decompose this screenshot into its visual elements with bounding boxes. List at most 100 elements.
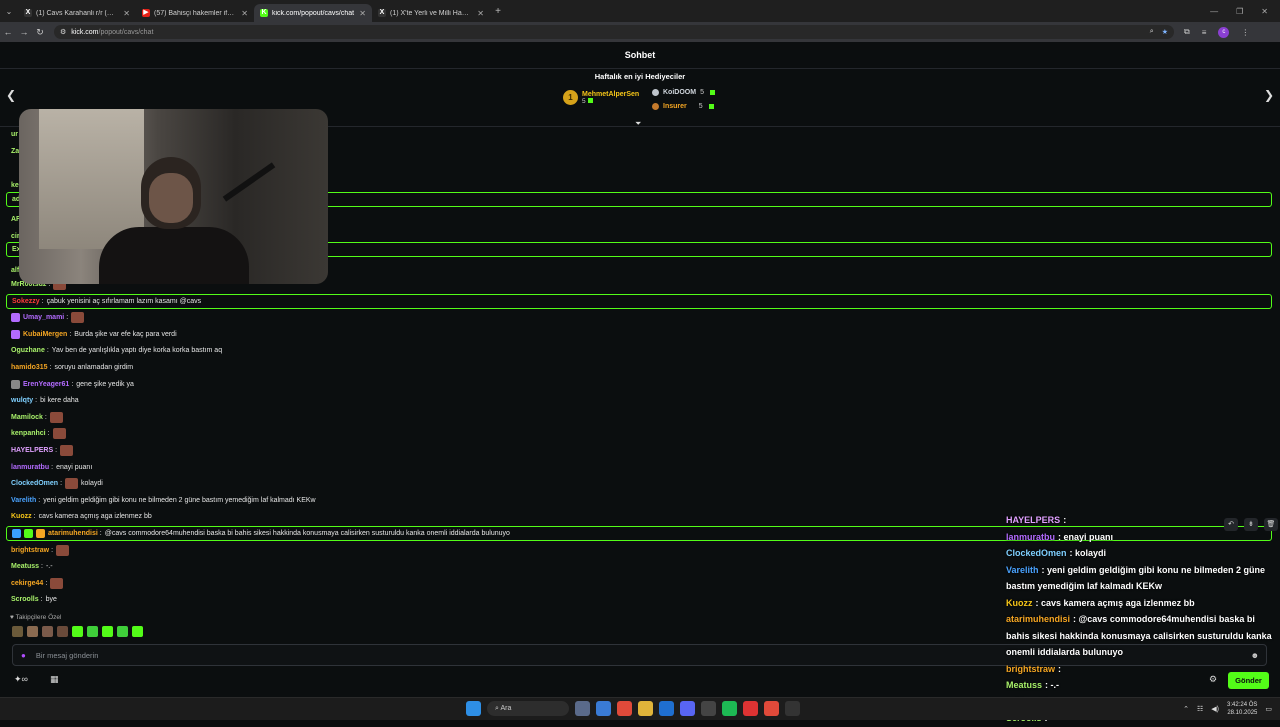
minimize-icon[interactable]: — [1210,7,1218,16]
top-gifter-2[interactable]: KoiDOOM 5 [652,89,715,96]
chat-username[interactable]: Varelith [11,497,36,504]
chat-username[interactable]: Oguzhane [11,347,45,354]
chat-message[interactable]: Oguzhane: Yav ben de yanlışlıkla yaptı d… [6,343,1272,358]
close-window-icon[interactable]: ✕ [1261,7,1268,16]
url-field[interactable]: ⚙ kick.com/popout/cavs/chat ⌕ ★ [54,25,1174,39]
chat-username[interactable]: brightstraw [11,547,49,554]
chat-username[interactable]: atarimuhendisi [48,530,98,537]
browser-tab[interactable]: ▶ (57) Bahisçi hakemler ifşa oluyo... ✕ [136,4,254,22]
extensions-icon[interactable]: ⧉ [1184,27,1190,37]
top-gifter-1[interactable]: 1 MehmetAlperSen 5 [563,90,639,105]
zoom-icon[interactable]: ⌕ [1150,28,1154,36]
task-view-icon[interactable] [575,701,590,716]
new-tab-button[interactable]: + [490,6,506,17]
chat-text: bi kere daha [40,397,79,405]
taskbar-search[interactable]: ⌕ Ara [487,701,569,716]
browser-tab[interactable]: K kick.com/popout/cavs/chat ✕ [254,4,372,22]
browser-tab[interactable]: X (1) Cavs Karahanli r/r (@cerrahpasha) … [18,4,136,22]
chat-username[interactable]: KubaiMergen [23,331,67,338]
chat-username[interactable]: HAYELPERS [11,447,53,454]
url-path: /popout/cavs/chat [98,28,154,36]
chat-message[interactable]: ClockedOmen: kolaydi [6,476,1272,491]
maximize-icon[interactable]: ❐ [1236,7,1243,16]
close-tab-icon[interactable]: ✕ [359,9,366,18]
volume-icon[interactable]: ◀) [1211,705,1219,713]
chrome-icon[interactable] [617,701,632,716]
chat-message[interactable]: Umay_mami: [6,310,1272,325]
tray-expand-icon[interactable]: ⌃ [1183,705,1189,713]
edge-icon[interactable] [659,701,674,716]
emote[interactable] [42,626,53,637]
chat-username[interactable]: ErenYeager61 [23,381,69,388]
chat-message[interactable]: hamido315: soruyu anlamadan girdim [6,360,1272,375]
chat-username[interactable]: hamido315 [11,364,48,371]
emote[interactable] [102,626,113,637]
chat-message[interactable]: HAYELPERS: [6,443,1272,458]
copilot-icon[interactable] [596,701,611,716]
chat-username[interactable]: lanmuratbu [11,464,49,471]
close-tab-icon[interactable]: ✕ [123,9,130,18]
close-tab-icon[interactable]: ✕ [241,9,248,18]
emote[interactable] [12,626,23,637]
chat-username[interactable]: ke [11,182,19,189]
store-icon[interactable]: ▦ [50,674,59,685]
top-gifter-3[interactable]: Insurer 5 [652,103,714,110]
forward-icon[interactable]: → [16,27,32,37]
chat-username[interactable]: Umay_mami [23,314,64,321]
browser-tab[interactable]: X (1) X'te Yerli ve Milli Hawking... ✕ [372,4,490,22]
points-icon[interactable]: ✦∞ [14,674,28,685]
chat-username[interactable]: cekirge44 [11,580,43,587]
overlay-message: atarimuhendisi: @cavs commodore64muhendi… [1006,614,1272,657]
chat-username[interactable]: ClockedOmen [11,480,58,487]
chat-username[interactable]: Mamilock [11,414,43,421]
chat-message[interactable]: wulqty: bi kere daha [6,393,1272,408]
app-icon[interactable] [743,701,758,716]
profile-avatar[interactable]: c [1218,26,1230,38]
reload-icon[interactable]: ↻ [32,27,48,38]
prev-arrow-icon[interactable]: ❮ [6,88,16,102]
emote[interactable] [87,626,98,637]
next-arrow-icon[interactable]: ❯ [1264,88,1274,102]
chat-username[interactable]: Za [11,148,19,155]
chat-username[interactable]: alf [11,267,19,274]
emote[interactable] [117,626,128,637]
chat-message[interactable]: Mamilock: [6,410,1272,425]
emote[interactable] [27,626,38,637]
tab-search-menu-icon[interactable]: ⌄ [0,0,18,22]
spotify-icon[interactable] [722,701,737,716]
chat-message[interactable]: Sokezzy: çabuk yenisini aç sıfırlamam la… [6,293,1272,309]
chat-username[interactable]: ur [11,131,18,138]
chat-username[interactable]: Scroolls [11,596,39,603]
chat-username[interactable]: kenpanhci [11,430,46,437]
gifter-count: 5 [698,103,703,110]
chat-username[interactable]: wulqty [11,397,33,404]
system-clock[interactable]: 3:42:24 ÖS 28.10.2025 [1227,701,1257,717]
chat-username[interactable]: Meatuss [11,563,39,570]
chat-message[interactable]: KubaiMergen: Burda şike var efe kaç para… [6,327,1272,342]
chat-message[interactable]: ErenYeager61: gene şike yedik ya [6,377,1272,392]
discord-icon[interactable] [680,701,695,716]
chrome-icon[interactable] [764,701,779,716]
mic-icon[interactable]: ● [21,651,26,660]
emote[interactable] [132,626,143,637]
chat-username[interactable]: Sokezzy [12,298,40,305]
chat-text: @cavs commodore64muhendisi baska bi bahi… [104,530,510,537]
site-info-icon[interactable]: ⚙ [60,28,66,36]
chat-message[interactable]: kenpanhci: [6,426,1272,441]
windows-start-icon[interactable] [466,701,481,716]
emote[interactable] [57,626,68,637]
back-icon[interactable]: ← [0,27,16,37]
close-tab-icon[interactable]: ✕ [477,9,484,18]
chat-message[interactable]: Varelith: yeni geldim geldiğim gibi konu… [6,493,1272,508]
chat-message[interactable]: lanmuratbu: enayi puanı [6,460,1272,475]
app-icon[interactable] [701,701,716,716]
network-icon[interactable]: ☷ [1197,705,1203,713]
notifications-icon[interactable]: ▭ [1265,705,1272,713]
chat-username[interactable]: Kuozz [11,513,32,520]
media-icon[interactable]: ≡ [1202,28,1207,37]
obs-icon[interactable] [785,701,800,716]
bookmark-star-icon[interactable]: ★ [1162,28,1168,36]
file-explorer-icon[interactable] [638,701,653,716]
browser-menu-icon[interactable]: ⋮ [1241,28,1249,37]
emote[interactable] [72,626,83,637]
